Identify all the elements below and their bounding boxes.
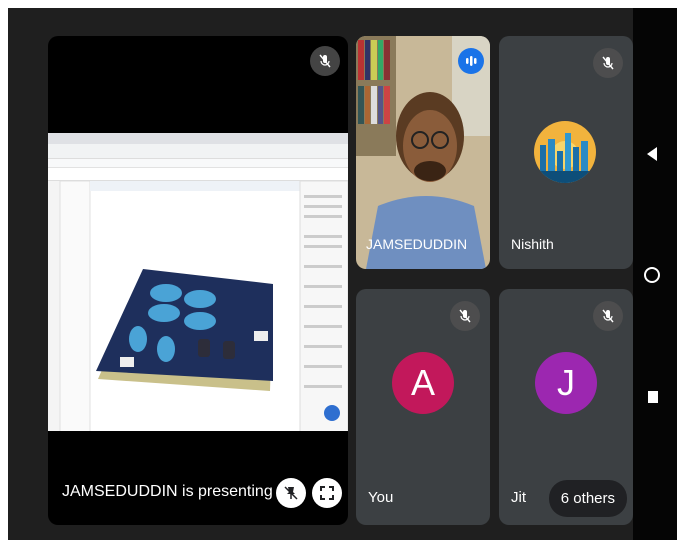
fullscreen-button[interactable] [312,478,342,508]
browser-tabs [48,133,348,144]
home-icon [644,267,660,283]
participant-name: Jit [511,489,526,506]
mic-off-icon [593,301,623,331]
participant-name: You [368,489,394,506]
participant-name: JAMSEDUDDIN [366,236,468,252]
recents-icon [648,391,658,403]
participant-tile-jamseduddin[interactable]: JAMSEDUDDIN [356,36,490,269]
presentation-tile[interactable]: JAMSEDUDDIN is presenting [48,36,348,525]
participant-tile-nishith[interactable]: Nishith [499,36,633,269]
avatar: A [392,352,454,414]
participant-name: Nishith [511,236,554,252]
back-icon [647,147,657,161]
speaking-icon [466,56,477,66]
mic-off-icon [310,46,340,76]
app-menu-bar [48,168,348,181]
system-nav-bar [633,8,677,540]
browser-bookmarks [48,159,348,168]
participant-tile-you[interactable]: A You [356,289,490,525]
recents-button[interactable] [647,390,659,409]
participant-tile-jit[interactable]: J Jit 6 others [499,289,633,525]
unpin-button[interactable] [276,478,306,508]
presenting-caption: JAMSEDUDDIN is presenting [62,483,273,500]
pcb-3d-view [48,180,348,431]
avatar-initial: A [410,362,435,403]
avatar [534,121,596,183]
speaking-indicator [458,48,484,74]
browser-address-bar [48,144,348,159]
meet-window: JAMSEDUDDIN is presenting JAMSEDUDDIN Ni… [8,8,677,540]
avatar: J [535,352,597,414]
home-button[interactable] [643,266,661,289]
others-button[interactable]: 6 others [548,480,627,517]
back-button[interactable] [645,146,659,167]
mic-off-icon [593,48,623,78]
shared-screen [48,133,348,431]
avatar-initial: J [557,362,575,403]
fullscreen-icon [320,486,334,500]
mic-off-icon [450,301,480,331]
pin-off-icon [284,486,298,500]
